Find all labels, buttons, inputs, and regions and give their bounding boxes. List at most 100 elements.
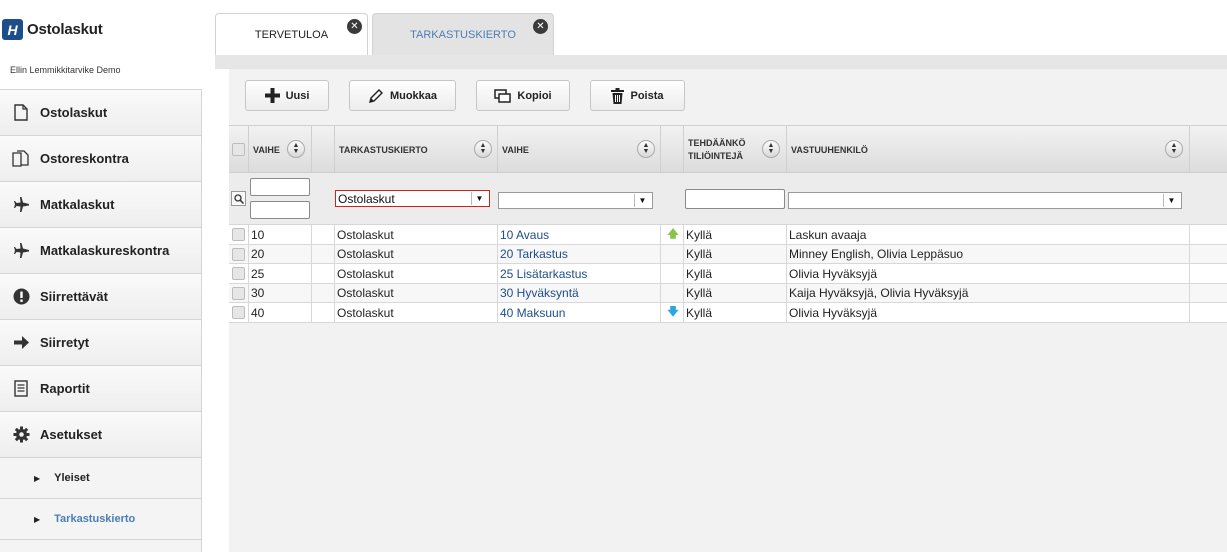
plus-icon: [264, 88, 280, 103]
table-row[interactable]: 10 Ostolaskut 10 Avaus 🡅 Kyllä Laskun av…: [229, 225, 1227, 245]
sort-icon[interactable]: ▲ ▼: [637, 140, 655, 158]
sidebar-item-label: Siirrettävät: [40, 289, 108, 304]
close-icon[interactable]: ✕: [347, 19, 362, 34]
new-button[interactable]: Uusi: [245, 80, 329, 111]
cell-vaihe-link[interactable]: 20 Tarkastus: [498, 244, 661, 264]
select-all-checkbox[interactable]: [232, 143, 245, 156]
header-vaihe[interactable]: VAIHE ▲ ▼: [249, 126, 312, 173]
edit-button-label: Muokkaa: [389, 89, 438, 102]
select-value: Ostolaskut: [338, 191, 395, 206]
cell-vaihe: 10: [249, 225, 312, 244]
sidebar-item-raportit[interactable]: Raportit: [0, 366, 202, 412]
tab-bar: TERVETULOA ✕ TARKASTUSKIERTO ✕: [202, 0, 1227, 69]
cell-vaihe-link[interactable]: 40 Maksuun: [498, 303, 661, 323]
toolbar: Uusi Muokkaa Kopioi Poista: [245, 80, 705, 111]
sidebar-subitem-yleiset[interactable]: ▶ Yleiset: [0, 458, 202, 499]
edit-button[interactable]: Muokkaa: [349, 80, 456, 111]
brand-name: Ostolaskut: [27, 21, 103, 38]
cell-move: 🡇: [661, 303, 684, 323]
cell-vaihe-link[interactable]: 10 Avaus: [498, 225, 661, 244]
cell-vastuuhenkilo: Olivia Hyväksyjä: [787, 303, 1190, 323]
sidebar-item-label: Ostolaskut: [40, 105, 108, 120]
chevron-down-icon: ▼: [471, 192, 487, 205]
pencil-icon: [368, 88, 384, 104]
sidebar-subitem-label: Yleiset: [54, 472, 90, 484]
chevron-down-icon: ▼: [634, 194, 650, 207]
header-blank: [312, 126, 335, 173]
vaihe-from-input[interactable]: [250, 178, 310, 196]
sidebar-item-ostolaskut[interactable]: Ostolaskut: [0, 90, 202, 136]
sidebar: H Ostolaskut Ellin Lemmikkitarvike Demo …: [0, 0, 202, 552]
delete-button[interactable]: Poista: [590, 80, 685, 111]
row-select-cell: [229, 244, 249, 264]
header-select-cell: [229, 126, 249, 173]
trash-icon: [611, 87, 625, 104]
cell-tehdaanko: Kyllä: [684, 283, 787, 303]
cell-blank: [312, 303, 335, 323]
tab-tervetuloa[interactable]: TERVETULOA ✕: [215, 13, 368, 55]
vastuuhenkilo-filter-select[interactable]: ▼: [788, 192, 1182, 209]
row-checkbox[interactable]: [232, 267, 245, 281]
vaihe-filter-select[interactable]: ▼: [498, 192, 653, 209]
row-checkbox[interactable]: [232, 228, 245, 241]
sidebar-item-siirrettavat[interactable]: Siirrettävät: [0, 274, 202, 320]
row-checkbox[interactable]: [232, 306, 245, 320]
copy-icon: [494, 88, 512, 103]
table-row[interactable]: 25 Ostolaskut 25 Lisätarkastus Kyllä Oli…: [229, 264, 1227, 284]
tehdaanko-filter-input[interactable]: [685, 189, 785, 209]
cell-vaihe: 25: [249, 264, 312, 284]
header-vastuuhenkilo[interactable]: VASTUUHENKILÖ ▲ ▼: [787, 126, 1190, 173]
sidebar-item-siirretyt[interactable]: Siirretyt: [0, 320, 202, 366]
tab-tarkastuskierto[interactable]: TARKASTUSKIERTO ✕: [372, 13, 554, 55]
arrow-down-icon[interactable]: 🡇: [667, 303, 678, 322]
sidebar-item-ostoreskontra[interactable]: Ostoreskontra: [0, 136, 202, 182]
copy-button[interactable]: Kopioi: [476, 80, 570, 111]
close-icon[interactable]: ✕: [533, 19, 548, 34]
header-vaihe-name[interactable]: VAIHE ▲ ▼: [498, 126, 661, 173]
brand[interactable]: H Ostolaskut: [2, 19, 103, 40]
header-label: TEHDÄÄNKÖ: [688, 137, 746, 148]
report-icon: [12, 380, 30, 398]
header-tehdaanko[interactable]: TEHDÄÄNKÖ TILIÖINTEJÄ ▲ ▼: [684, 126, 787, 173]
new-button-label: Uusi: [285, 89, 310, 102]
cell-vaihe: 30: [249, 283, 312, 303]
row-checkbox[interactable]: [232, 247, 245, 261]
vaihe-to-input[interactable]: [250, 201, 310, 219]
grid-filter-row: Ostolaskut ▼ ▼ ▼: [229, 173, 1227, 225]
grid-header: VAIHE ▲ ▼ TARKASTUSKIERTO ▲ ▼ VAIHE ▲ ▼ TEH…: [229, 125, 1227, 173]
sidebar-item-matkalaskureskontra[interactable]: Matkalaskureskontra: [0, 228, 202, 274]
airplane-icon: [12, 242, 30, 260]
cell-vastuuhenkilo: Minney English, Olivia Leppäsuo: [787, 244, 1190, 264]
cell-vaihe-link[interactable]: 30 Hyväksyntä: [498, 283, 661, 303]
arrow-right-icon: [12, 334, 30, 352]
cell-blank: [312, 244, 335, 264]
header-label: VAIHE: [502, 144, 529, 155]
cell-tarkastuskierto: Ostolaskut: [335, 225, 498, 244]
tarkastuskierto-filter-select[interactable]: Ostolaskut ▼: [335, 190, 490, 207]
search-icon[interactable]: [231, 191, 246, 206]
sort-icon[interactable]: ▲ ▼: [762, 140, 780, 158]
table-row[interactable]: 40 Ostolaskut 40 Maksuun 🡇 Kyllä Olivia …: [229, 303, 1227, 323]
chevron-down-icon: ▼: [1163, 194, 1179, 207]
header-tarkastuskierto[interactable]: TARKASTUSKIERTO ▲ ▼: [335, 126, 498, 173]
sidebar-item-asetukset[interactable]: Asetukset: [0, 412, 202, 458]
cell-tehdaanko: Kyllä: [684, 225, 787, 244]
cell-vaihe-link[interactable]: 25 Lisätarkastus: [498, 264, 661, 284]
sidebar-item-label: Raportit: [40, 381, 90, 396]
sidebar-item-label: Asetukset: [40, 427, 103, 442]
sidebar-item-label: Matkalaskut: [40, 197, 115, 212]
grid: VAIHE ▲ ▼ TARKASTUSKIERTO ▲ ▼ VAIHE ▲ ▼ TEH…: [229, 125, 1227, 323]
grid-body: 10 Ostolaskut 10 Avaus 🡅 Kyllä Laskun av…: [229, 225, 1227, 323]
sort-icon[interactable]: ▲ ▼: [287, 140, 305, 158]
sidebar-subitem-tarkastuskierto[interactable]: ▶ Tarkastuskierto: [0, 499, 202, 540]
row-checkbox[interactable]: [232, 286, 245, 300]
table-row[interactable]: 20 Ostolaskut 20 Tarkastus Kyllä Minney …: [229, 244, 1227, 265]
cell-blank: [312, 225, 335, 244]
main-content: Uusi Muokkaa Kopioi Poista VAIHE ▲ ▼ TAR…: [229, 69, 1227, 552]
arrow-up-icon[interactable]: 🡅: [667, 225, 678, 244]
sort-icon[interactable]: ▲ ▼: [1165, 140, 1183, 158]
document-icon: [12, 104, 30, 122]
sidebar-item-matkalaskut[interactable]: Matkalaskut: [0, 182, 202, 228]
sort-icon[interactable]: ▲ ▼: [474, 140, 492, 158]
table-row[interactable]: 30 Ostolaskut 30 Hyväksyntä Kyllä Kaija …: [229, 283, 1227, 304]
